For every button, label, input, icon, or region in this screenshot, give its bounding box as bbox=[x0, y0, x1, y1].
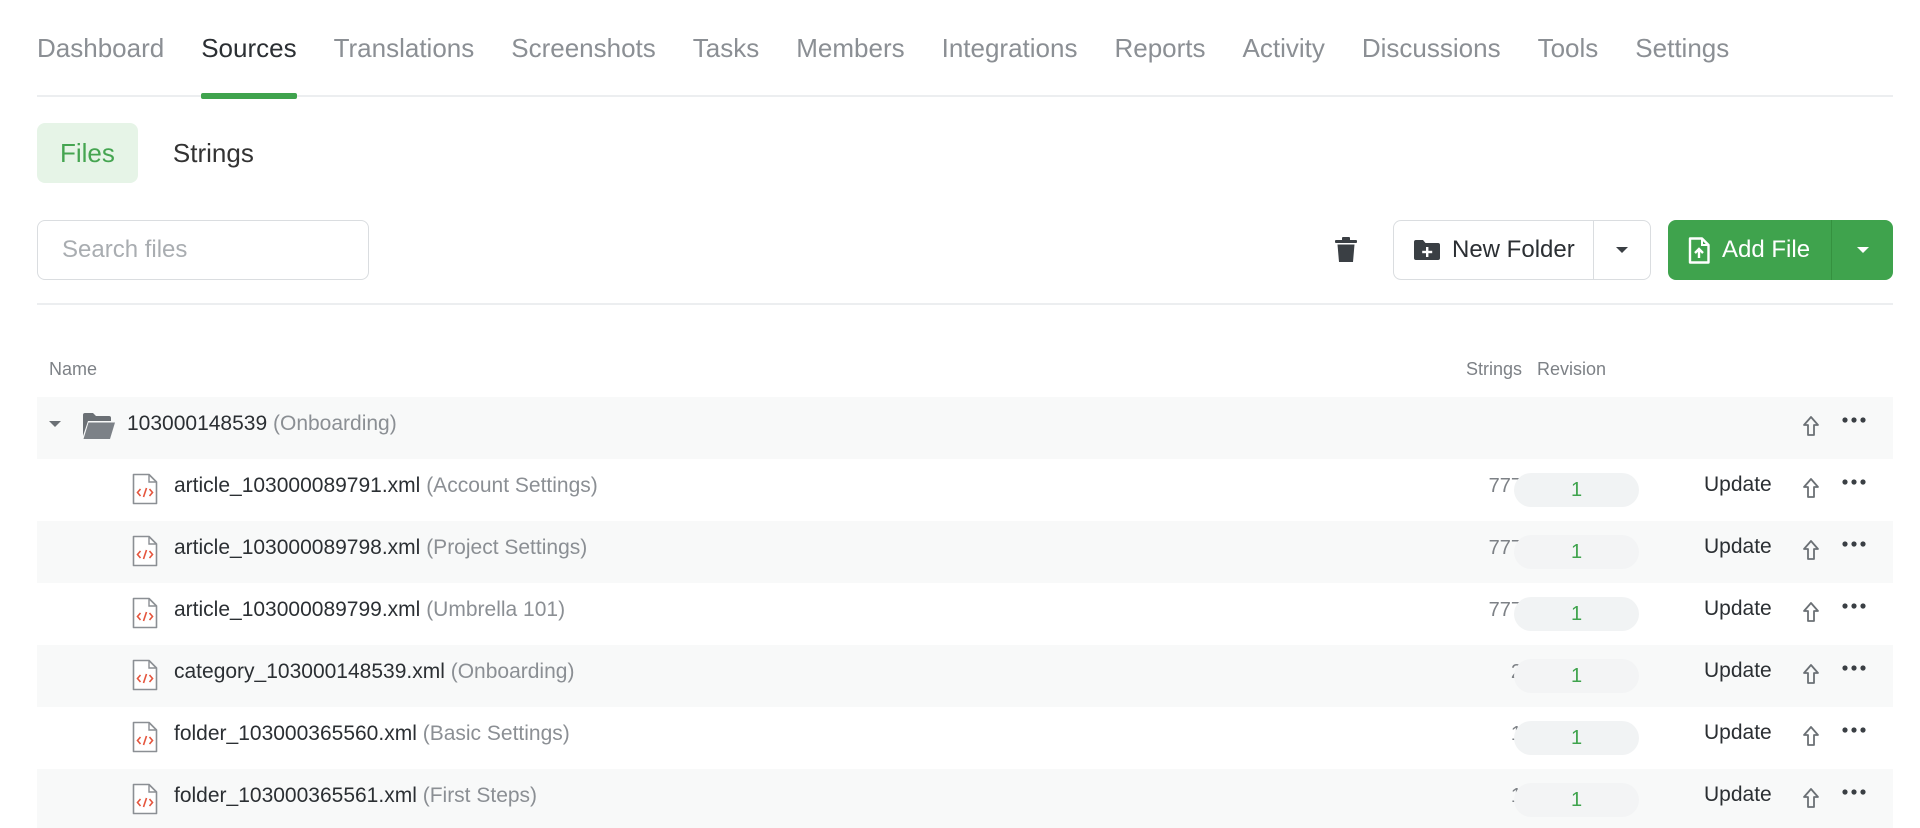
upload-arrow-icon[interactable] bbox=[1802, 415, 1820, 437]
revision-badge[interactable]: 1 bbox=[1514, 597, 1639, 631]
folder-id: 103000148539 bbox=[127, 412, 268, 435]
revision-badge[interactable]: 1 bbox=[1514, 535, 1639, 569]
upload-arrow-icon[interactable] bbox=[1802, 787, 1820, 809]
folder-name[interactable]: 103000148539 (Onboarding) bbox=[127, 412, 397, 436]
table-row[interactable]: article_103000089799.xml (Umbrella 101) … bbox=[37, 583, 1893, 645]
add-file-button[interactable]: Add File bbox=[1668, 220, 1831, 280]
xml-file-icon bbox=[132, 659, 158, 691]
upload-arrow-icon[interactable] bbox=[1802, 725, 1820, 747]
xml-file-icon bbox=[132, 783, 158, 815]
update-button[interactable]: Update bbox=[1704, 783, 1772, 807]
file-name[interactable]: folder_103000365561.xml (First Steps) bbox=[174, 784, 537, 808]
update-button[interactable]: Update bbox=[1704, 597, 1772, 621]
table-header: Name Strings Revision bbox=[37, 348, 1893, 398]
tab-sources[interactable]: Sources bbox=[201, 0, 297, 99]
xml-file-icon bbox=[132, 535, 158, 567]
table-row[interactable]: folder_103000365560.xml (Basic Settings)… bbox=[37, 707, 1893, 769]
more-horizontal-icon[interactable] bbox=[1842, 603, 1866, 609]
toolbar-divider bbox=[37, 303, 1893, 305]
tab-reports[interactable]: Reports bbox=[1114, 0, 1205, 97]
folder-description: (Onboarding) bbox=[273, 412, 397, 435]
caret-down-icon bbox=[1616, 247, 1628, 253]
file-name-text: folder_103000365560.xml bbox=[174, 722, 417, 745]
upload-arrow-icon[interactable] bbox=[1802, 601, 1820, 623]
more-horizontal-icon[interactable] bbox=[1842, 417, 1866, 423]
add-file-button-group: Add File bbox=[1668, 220, 1893, 280]
file-description: (Umbrella 101) bbox=[426, 598, 566, 621]
file-name[interactable]: folder_103000365560.xml (Basic Settings) bbox=[174, 722, 570, 746]
more-horizontal-icon[interactable] bbox=[1842, 727, 1866, 733]
revision-badge[interactable]: 1 bbox=[1514, 721, 1639, 755]
table-row[interactable]: article_103000089798.xml (Project Settin… bbox=[37, 521, 1893, 583]
file-name[interactable]: article_103000089799.xml (Umbrella 101) bbox=[174, 598, 565, 622]
tab-activity[interactable]: Activity bbox=[1243, 0, 1325, 97]
table-row[interactable]: article_103000089791.xml (Account Settin… bbox=[37, 459, 1893, 521]
revision-badge[interactable]: 1 bbox=[1514, 473, 1639, 507]
file-description: (Account Settings) bbox=[426, 474, 598, 497]
revision-badge[interactable]: 1 bbox=[1514, 659, 1639, 693]
more-horizontal-icon[interactable] bbox=[1842, 479, 1866, 485]
tab-members[interactable]: Members bbox=[796, 0, 904, 97]
add-file-dropdown-toggle[interactable] bbox=[1831, 220, 1893, 280]
file-name[interactable]: article_103000089798.xml (Project Settin… bbox=[174, 536, 587, 560]
new-folder-dropdown-toggle[interactable] bbox=[1593, 221, 1650, 279]
file-name-text: article_103000089798.xml bbox=[174, 536, 421, 559]
file-description: (Project Settings) bbox=[426, 536, 588, 559]
file-name-text: folder_103000365561.xml bbox=[174, 784, 417, 807]
file-upload-icon bbox=[1688, 236, 1710, 264]
add-file-label: Add File bbox=[1722, 236, 1811, 263]
xml-file-icon bbox=[132, 721, 158, 753]
revision-badge[interactable]: 1 bbox=[1514, 783, 1639, 817]
upload-arrow-icon[interactable] bbox=[1802, 477, 1820, 499]
file-description: (First Steps) bbox=[422, 784, 538, 807]
tab-settings[interactable]: Settings bbox=[1635, 0, 1729, 97]
trash-icon bbox=[1335, 237, 1357, 262]
upload-arrow-icon[interactable] bbox=[1802, 539, 1820, 561]
folder-row[interactable]: 103000148539 (Onboarding) bbox=[37, 397, 1893, 459]
update-button[interactable]: Update bbox=[1704, 659, 1772, 683]
subtab-files[interactable]: Files bbox=[37, 123, 138, 183]
update-button[interactable]: Update bbox=[1704, 535, 1772, 559]
folder-plus-icon bbox=[1414, 240, 1440, 260]
caret-down-icon[interactable] bbox=[49, 421, 61, 428]
file-description: (Onboarding) bbox=[450, 660, 575, 683]
search-files-input[interactable] bbox=[37, 220, 369, 280]
file-name-text: article_103000089799.xml bbox=[174, 598, 421, 621]
top-navigation: Dashboard Sources Translations Screensho… bbox=[37, 0, 1893, 99]
tab-tools[interactable]: Tools bbox=[1538, 0, 1599, 97]
xml-file-icon bbox=[132, 473, 158, 505]
tab-screenshots[interactable]: Screenshots bbox=[511, 0, 656, 97]
new-folder-button-group: New Folder bbox=[1393, 220, 1651, 280]
update-button[interactable]: Update bbox=[1704, 473, 1772, 497]
table-row[interactable]: folder_103000365561.xml (First Steps) 1 … bbox=[37, 769, 1893, 828]
xml-file-icon bbox=[132, 597, 158, 629]
more-horizontal-icon[interactable] bbox=[1842, 541, 1866, 547]
tab-tasks[interactable]: Tasks bbox=[693, 0, 759, 97]
column-header-revision[interactable]: Revision bbox=[1537, 359, 1606, 380]
tab-integrations[interactable]: Integrations bbox=[942, 0, 1078, 97]
more-horizontal-icon[interactable] bbox=[1842, 665, 1866, 671]
file-name[interactable]: article_103000089791.xml (Account Settin… bbox=[174, 474, 598, 498]
table-row[interactable]: category_103000148539.xml (Onboarding) 2… bbox=[37, 645, 1893, 707]
tab-translations[interactable]: Translations bbox=[334, 0, 475, 97]
more-horizontal-icon[interactable] bbox=[1842, 789, 1866, 795]
file-name-text: category_103000148539.xml bbox=[174, 660, 445, 683]
sub-tabs: Files Strings bbox=[37, 123, 277, 183]
file-description: (Basic Settings) bbox=[422, 722, 570, 745]
column-header-name[interactable]: Name bbox=[49, 359, 97, 380]
tab-dashboard[interactable]: Dashboard bbox=[37, 0, 164, 97]
subtab-strings[interactable]: Strings bbox=[150, 123, 277, 183]
upload-arrow-icon[interactable] bbox=[1802, 663, 1820, 685]
caret-down-icon bbox=[1856, 247, 1869, 253]
new-folder-button[interactable]: New Folder bbox=[1394, 221, 1593, 279]
tab-discussions[interactable]: Discussions bbox=[1362, 0, 1501, 97]
file-name[interactable]: category_103000148539.xml (Onboarding) bbox=[174, 660, 574, 684]
new-folder-label: New Folder bbox=[1452, 236, 1575, 263]
delete-button[interactable] bbox=[1325, 228, 1367, 272]
column-header-strings[interactable]: Strings bbox=[1466, 359, 1522, 380]
file-name-text: article_103000089791.xml bbox=[174, 474, 421, 497]
folder-open-icon bbox=[83, 413, 115, 439]
update-button[interactable]: Update bbox=[1704, 721, 1772, 745]
